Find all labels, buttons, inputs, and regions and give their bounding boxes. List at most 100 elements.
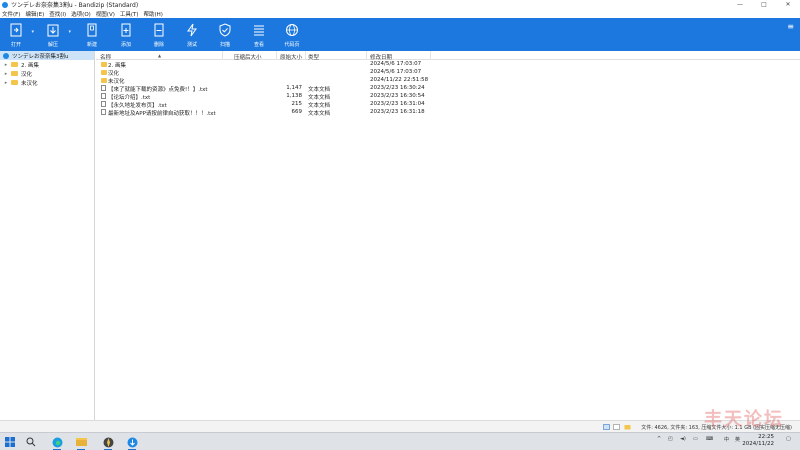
view-button[interactable]: 查看 xyxy=(244,21,274,49)
tree-item[interactable]: ▸ 汉化 xyxy=(0,69,94,78)
text-file-icon xyxy=(101,109,106,115)
list-row[interactable]: 【论坛介绍】.txt 1,138 文本文档 2023/2/23 16:30:54 xyxy=(96,92,800,101)
delete-file-icon xyxy=(154,23,164,37)
file-list: 名称 ▲ 压缩后大小 原始大小 类型 修改日期 2. 画集 2024/5/6 1… xyxy=(96,51,800,420)
open-button[interactable]: 打开 ▾ xyxy=(1,21,34,49)
tray-chevron-icon[interactable]: ^ xyxy=(657,436,661,442)
menu-view[interactable]: 视图(V) xyxy=(96,10,115,18)
notification-icon[interactable]: ▢ xyxy=(786,436,791,442)
menu-file[interactable]: 文件(F) xyxy=(2,10,20,18)
shield-check-icon xyxy=(219,23,231,37)
row-type: 文本文档 xyxy=(308,111,331,117)
menu-find[interactable]: 查找(I) xyxy=(49,10,66,18)
tree-item-label: 未汉化 xyxy=(21,80,38,87)
new-archive-button[interactable]: 新建 xyxy=(77,21,107,49)
tree-item[interactable]: ▸ 2. 画集 xyxy=(0,60,94,69)
tree-item-label: 2. 画集 xyxy=(21,62,39,69)
row-size: 1,147 xyxy=(286,85,302,91)
extract-dropdown-icon[interactable]: ▾ xyxy=(68,29,71,35)
expand-icon[interactable]: ▸ xyxy=(3,80,9,86)
tree-item-label: 汉化 xyxy=(21,71,33,78)
details-view-icon[interactable] xyxy=(603,424,610,430)
extract-label: 解压 xyxy=(47,42,58,48)
input-language[interactable]: 中 xyxy=(724,436,729,443)
row-size: 1,138 xyxy=(286,93,302,99)
folder-status-icon[interactable] xyxy=(624,424,631,430)
system-clock[interactable]: 22:25 2024/11/22 xyxy=(742,434,774,448)
row-date: 2024/5/6 17:03:07 xyxy=(370,61,422,67)
expand-icon[interactable]: ▸ xyxy=(3,62,9,68)
app-icon xyxy=(103,437,113,447)
menu-edit[interactable]: 编辑(E) xyxy=(25,10,44,18)
tree-root[interactable]: ツンデレお奈奈集3割u xyxy=(0,51,94,60)
bandizip-taskbar-button[interactable] xyxy=(125,435,139,450)
menu-options[interactable]: 选项(O) xyxy=(71,10,91,18)
open-label: 打开 xyxy=(10,42,21,48)
scan-label: 扫描 xyxy=(219,42,230,48)
file-explorer-icon xyxy=(75,438,87,446)
windows-logo-icon xyxy=(5,437,15,447)
list-row[interactable]: 未汉化 2024/11/22 22:51:58 xyxy=(96,76,800,85)
row-date: 2023/2/23 16:30:24 xyxy=(370,85,425,91)
test-label: 测试 xyxy=(186,42,197,48)
list-row[interactable]: 最新地址及APP请按前律自动获取！！！.txt 669 文本文档 2023/2/… xyxy=(96,108,800,117)
watermark: 丰天论坛 xyxy=(704,409,784,430)
new-archive-icon xyxy=(87,23,97,37)
edge-taskbar-button[interactable] xyxy=(50,435,64,450)
maximize-button[interactable]: □ xyxy=(752,0,776,9)
bandizip-icon xyxy=(127,437,137,447)
hamburger-menu-icon[interactable]: ≡ xyxy=(787,22,794,31)
list-row[interactable]: 汉化 2024/5/6 17:03:07 xyxy=(96,68,800,77)
scan-button[interactable]: 扫描 xyxy=(210,21,240,49)
open-icon xyxy=(10,23,22,37)
close-button[interactable]: ✕ xyxy=(776,0,800,9)
add-button[interactable]: 添加 xyxy=(111,21,141,49)
codepage-button[interactable]: 代码页 xyxy=(277,21,307,49)
minimize-button[interactable]: — xyxy=(728,0,752,9)
battery-icon[interactable]: ▭ xyxy=(693,436,698,442)
extract-button[interactable]: 解压 ▾ xyxy=(38,21,71,49)
folder-icon xyxy=(11,62,18,67)
folder-icon xyxy=(101,78,107,83)
lightning-icon xyxy=(187,23,197,37)
test-button[interactable]: 测试 xyxy=(177,21,207,49)
tree-item[interactable]: ▸ 未汉化 xyxy=(0,78,94,87)
add-label: 添加 xyxy=(120,42,131,48)
explorer-taskbar-button[interactable] xyxy=(74,435,88,450)
list-view-toggle-icon[interactable] xyxy=(613,424,620,430)
search-button[interactable] xyxy=(24,435,38,449)
row-date: 2023/2/23 16:30:54 xyxy=(370,93,425,99)
menu-help[interactable]: 帮助(H) xyxy=(144,10,163,18)
list-row[interactable]: 2. 画集 2024/5/6 17:03:07 xyxy=(96,60,800,69)
folder-icon xyxy=(101,62,107,67)
clock-time: 22:25 xyxy=(758,434,774,440)
keyboard-icon[interactable]: ⌨ xyxy=(706,436,713,442)
row-date: 2023/2/23 16:31:18 xyxy=(370,109,425,115)
window-controls: — □ ✕ xyxy=(728,0,800,9)
delete-button[interactable]: 删除 xyxy=(144,21,174,49)
expand-icon[interactable]: ▸ xyxy=(3,71,9,77)
delete-label: 删除 xyxy=(153,42,164,48)
row-size: 669 xyxy=(291,109,303,115)
extract-icon xyxy=(47,24,59,37)
taskbar: ^ ◰ ◄) ▭ ⌨ 中 英 22:25 2024/11/22 ▢ xyxy=(0,432,800,450)
list-row[interactable]: 【永久地址发布页】.txt 215 文本文档 2023/2/23 16:31:0… xyxy=(96,100,800,109)
list-row[interactable]: 【來了就能下载的资源》点免费!！】.txt 1,147 文本文档 2023/2/… xyxy=(96,84,800,93)
window-title: ツンデレお奈奈集3割u - Bandizip (Standard) xyxy=(11,2,139,9)
folder-icon xyxy=(11,71,18,76)
volume-icon[interactable]: ◄) xyxy=(680,436,686,442)
open-dropdown-icon[interactable]: ▾ xyxy=(31,29,34,35)
menu-tools[interactable]: 工具(T) xyxy=(120,10,139,18)
edge-browser-icon xyxy=(52,437,62,447)
text-file-icon xyxy=(101,85,106,91)
text-file-icon xyxy=(101,101,106,107)
start-button[interactable] xyxy=(3,435,17,449)
network-icon[interactable]: ◰ xyxy=(668,436,673,442)
text-file-icon xyxy=(101,93,106,99)
list-header: 名称 ▲ 压缩后大小 原始大小 类型 修改日期 xyxy=(96,51,800,61)
row-name: 最新地址及APP请按前律自动获取！！！.txt xyxy=(108,111,216,117)
new-archive-label: 新建 xyxy=(86,42,97,48)
input-mode[interactable]: 英 xyxy=(735,436,740,443)
clock-date: 2024/11/22 xyxy=(742,441,774,447)
bandizip-ghost-taskbar-button[interactable] xyxy=(101,435,115,450)
